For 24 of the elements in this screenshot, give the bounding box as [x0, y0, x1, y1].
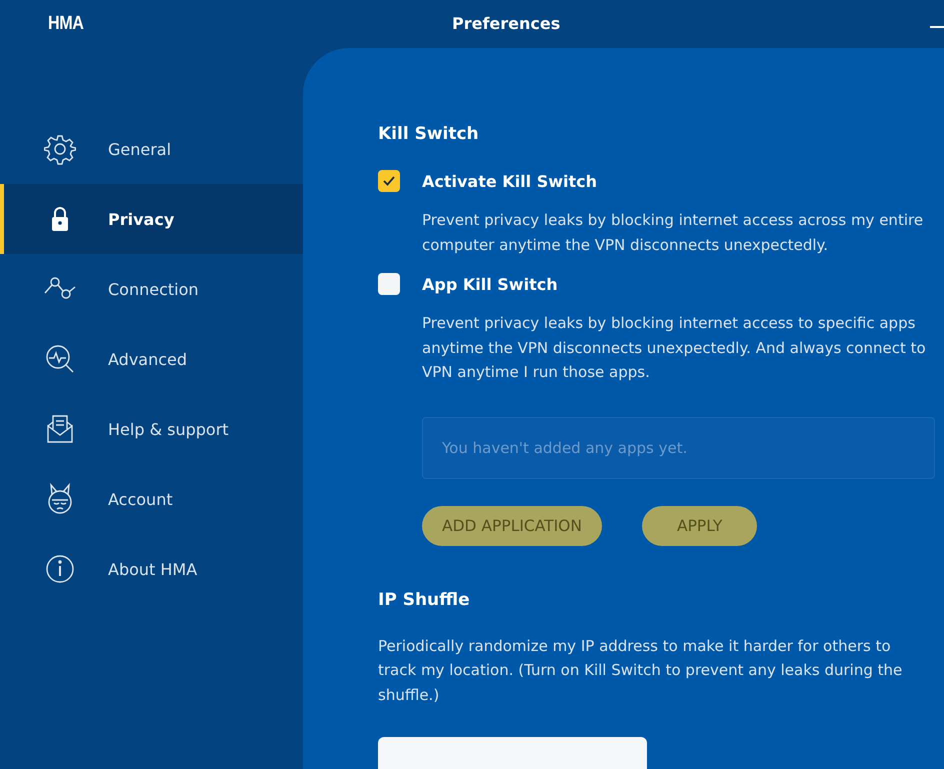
sidebar-item[interactable]: Help & support — [0, 394, 303, 464]
sidebar-item[interactable]: Account — [0, 464, 303, 534]
app-logo: HMA — [48, 13, 84, 35]
info-icon — [44, 553, 76, 585]
checkbox[interactable] — [378, 273, 400, 295]
section-heading: IP Shuffle — [378, 590, 471, 610]
sidebar-item[interactable]: Privacy — [0, 184, 303, 254]
sidebar-item[interactable]: Advanced — [0, 324, 303, 394]
checkbox[interactable] — [378, 170, 400, 192]
section-heading: Kill Switch — [378, 124, 480, 144]
magnifier-icon — [44, 343, 76, 375]
minimize-button[interactable] — [930, 26, 944, 30]
sidebar-item[interactable]: General — [0, 114, 303, 184]
section-description: Periodically randomize my IP address to make it harder for others to track my location. (Turn on Kill Switch to prevent any leaks during the shuffle.) — [378, 636, 904, 706]
option-description: Prevent privacy leaks by blocking internet access to specific apps anytime the VPN disconnects unexpectedly. And always connect to VPN anytime I run those apps. — [422, 313, 927, 383]
window-title: Preferences — [452, 14, 560, 33]
option-label: Activate Kill Switch — [422, 172, 598, 190]
settings-icon — [44, 133, 76, 165]
sidebar-item[interactable]: About HMA — [0, 534, 303, 604]
checkmark-icon — [383, 176, 395, 186]
option-description: Prevent privacy leaks by blocking internet access across my entire computer anytime the VPN disconnects unexpectedly. — [422, 210, 924, 256]
option-label: App Kill Switch — [422, 274, 558, 294]
sidebar-item[interactable]: Connection — [0, 254, 303, 324]
empty-list-hint: You haven't added any apps yet. — [442, 438, 688, 456]
